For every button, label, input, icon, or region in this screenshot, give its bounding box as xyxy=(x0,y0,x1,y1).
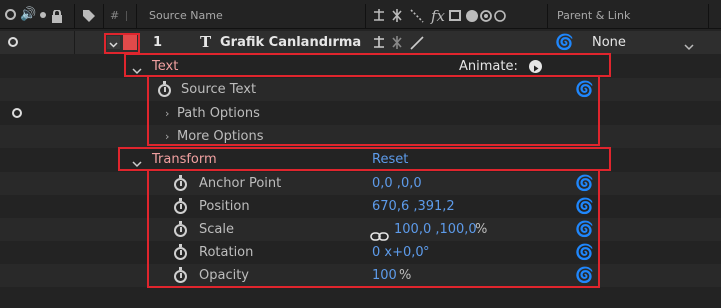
annotation-transform-box xyxy=(118,147,611,171)
switches-icons: fx xyxy=(371,7,506,29)
parent-link-column-header[interactable]: Parent & Link xyxy=(557,4,630,28)
annotation-text-group-box xyxy=(124,53,611,77)
layer-number: 1 xyxy=(153,35,163,50)
lock-icon[interactable] xyxy=(52,8,62,23)
annotation-transform-properties-box xyxy=(147,170,600,288)
video-switch-icon[interactable] xyxy=(5,9,16,20)
layer-visibility-eye-icon[interactable] xyxy=(8,37,18,47)
annotation-layer-expand-box xyxy=(104,33,140,54)
text-layer-type-icon: T xyxy=(200,33,212,51)
solo-switch-icon[interactable] xyxy=(40,12,46,18)
pick-whip-icon[interactable]: 🌀 xyxy=(555,31,574,54)
source-name-column-header[interactable]: Source Name xyxy=(149,4,223,28)
visibility-eye-icon[interactable] xyxy=(12,108,22,118)
annotation-text-properties-box xyxy=(147,76,600,146)
svg-text:fx: fx xyxy=(430,7,446,25)
label-color-icon[interactable] xyxy=(82,8,96,27)
parent-dropdown-value[interactable]: None xyxy=(592,31,626,54)
layer-name[interactable]: Grafik Canlandırma xyxy=(220,31,361,54)
hash-column-header: # xyxy=(110,9,120,22)
column-header-bar: 🔊 # Source Name fx Parent & Link xyxy=(0,4,721,29)
audio-switch-icon[interactable]: 🔊 xyxy=(20,7,36,23)
parent-dropdown-chevron-icon[interactable] xyxy=(683,37,695,56)
